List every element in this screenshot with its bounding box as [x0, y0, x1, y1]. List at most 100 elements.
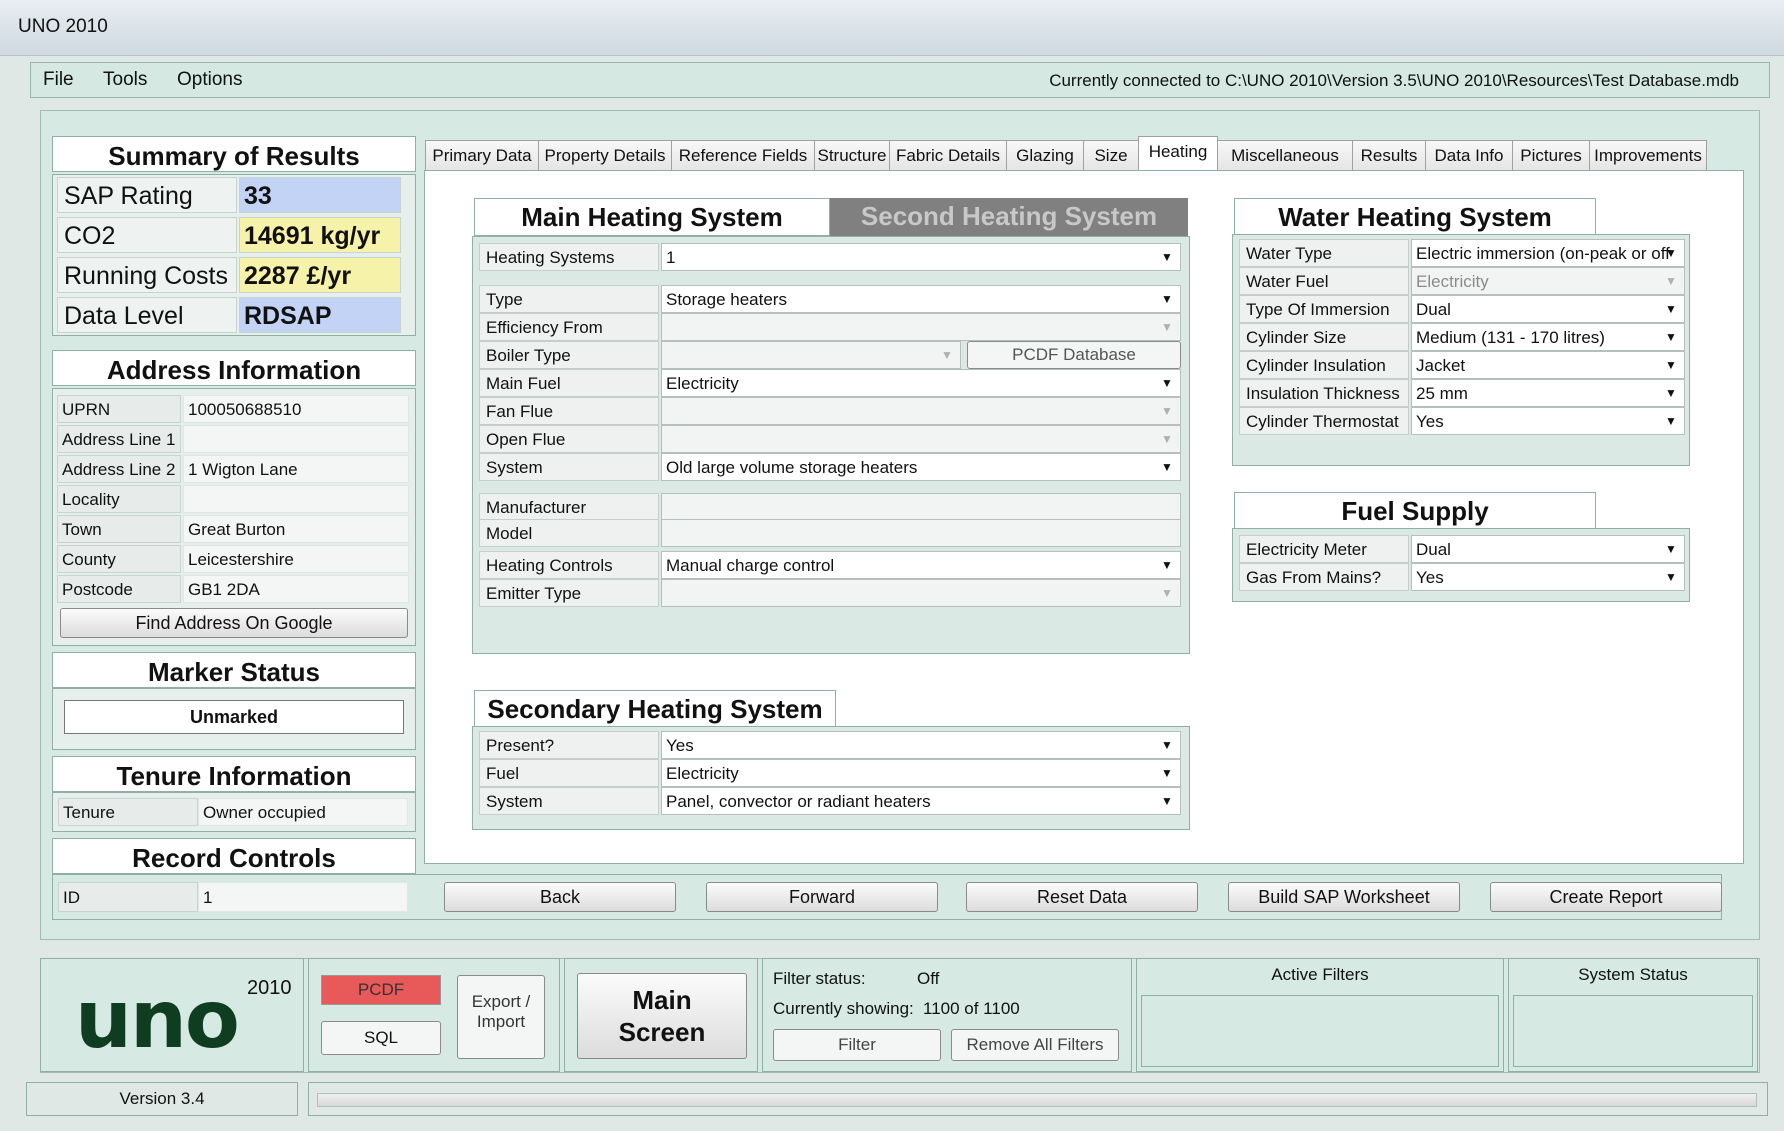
field-value[interactable]: Dual [1411, 295, 1685, 323]
field-value[interactable] [661, 397, 1181, 425]
menu-bar: File Tools Options Currently connected t… [30, 62, 1770, 98]
export-import-button[interactable]: Export / Import [457, 975, 545, 1059]
field-label: Cylinder Insulation [1239, 351, 1409, 379]
field-value[interactable]: Electricity [1411, 267, 1685, 295]
tab-pictures[interactable]: Pictures [1512, 140, 1590, 172]
tab-data-info[interactable]: Data Info [1425, 140, 1513, 172]
system-status-title: System Status [1578, 965, 1688, 984]
dropdown-arrow-icon[interactable]: ▼ [1161, 759, 1173, 787]
dropdown-arrow-icon[interactable]: ▼ [941, 341, 953, 369]
address-value[interactable] [183, 485, 409, 513]
dropdown-arrow-icon[interactable]: ▼ [1161, 551, 1173, 579]
main-screen-button[interactable]: Main Screen [577, 973, 747, 1059]
dropdown-arrow-icon[interactable]: ▼ [1161, 243, 1173, 271]
field-value[interactable] [661, 425, 1181, 453]
dropdown-arrow-icon[interactable]: ▼ [1665, 563, 1677, 591]
field-value[interactable] [661, 579, 1181, 607]
tab-results[interactable]: Results [1352, 140, 1426, 172]
filter-button[interactable]: Filter [773, 1029, 941, 1061]
form-row: Gas From Mains? Yes ▼ [1239, 563, 1687, 591]
tab-main-heating-system[interactable]: Main Heating System [474, 198, 830, 236]
form-row: Type Of Immersion Dual ▼ [1239, 295, 1687, 323]
dropdown-arrow-icon[interactable]: ▼ [1161, 787, 1173, 815]
tab-miscellaneous[interactable]: Miscellaneous [1217, 140, 1353, 172]
tab-reference-fields[interactable]: Reference Fields [671, 140, 815, 172]
tab-structure[interactable]: Structure [814, 140, 890, 172]
tab-property-details[interactable]: Property Details [538, 140, 672, 172]
field-value[interactable]: Old large volume storage heaters [661, 453, 1181, 481]
remove-all-filters-button[interactable]: Remove All Filters [951, 1029, 1119, 1061]
field-value[interactable]: Electricity [661, 759, 1181, 787]
dropdown-arrow-icon[interactable]: ▼ [1665, 407, 1677, 435]
address-value[interactable]: 100050688510 [183, 395, 409, 423]
record-button-build-sap-worksheet[interactable]: Build SAP Worksheet [1228, 882, 1460, 912]
record-button-back[interactable]: Back [444, 882, 676, 912]
field-value[interactable]: Yes [1411, 407, 1685, 435]
field-value[interactable]: 25 mm [1411, 379, 1685, 407]
tab-glazing[interactable]: Glazing [1006, 140, 1084, 172]
dropdown-arrow-icon[interactable]: ▼ [1161, 369, 1173, 397]
field-value[interactable]: Medium (131 - 170 litres) [1411, 323, 1685, 351]
summary-label: CO2 Emissions [57, 217, 237, 286]
dropdown-arrow-icon[interactable]: ▼ [1161, 313, 1173, 341]
dropdown-arrow-icon[interactable]: ▼ [1665, 295, 1677, 323]
sql-button[interactable]: SQL [321, 1021, 441, 1055]
dropdown-arrow-icon[interactable]: ▼ [1665, 535, 1677, 563]
field-value[interactable]: Electric immersion (on-peak or off [1411, 239, 1685, 267]
field-value[interactable]: Yes [661, 731, 1181, 759]
record-id-value[interactable]: 1 [198, 882, 408, 912]
field-value[interactable]: Manual charge control [661, 551, 1181, 579]
dropdown-arrow-icon[interactable]: ▼ [1161, 453, 1173, 481]
tab-primary-data[interactable]: Primary Data [425, 140, 539, 172]
menu-options[interactable]: Options [177, 69, 242, 91]
address-value[interactable]: GB1 2DA [183, 575, 409, 603]
dropdown-arrow-icon[interactable]: ▼ [1665, 351, 1677, 379]
form-row: Cylinder Thermostat Yes ▼ [1239, 407, 1687, 435]
field-value[interactable]: 1 [661, 243, 1181, 271]
address-value[interactable] [183, 425, 409, 453]
dropdown-arrow-icon[interactable]: ▼ [1161, 285, 1173, 313]
tab-second-heating-system[interactable]: Second Heating System [830, 198, 1188, 236]
menu-file[interactable]: File [43, 69, 74, 91]
dropdown-arrow-icon[interactable]: ▼ [1665, 379, 1677, 407]
find-address-button[interactable]: Find Address On Google [60, 608, 408, 638]
dropdown-arrow-icon[interactable]: ▼ [1161, 731, 1173, 759]
tab-heating[interactable]: Heating [1138, 136, 1218, 172]
record-controls-title: Record Controls [52, 838, 416, 874]
field-value[interactable]: Dual [1411, 535, 1685, 563]
dropdown-arrow-icon[interactable]: ▼ [1161, 397, 1173, 425]
field-value[interactable]: Yes [1411, 563, 1685, 591]
tab-size[interactable]: Size [1083, 140, 1139, 172]
form-row: System Panel, convector or radiant heater… [479, 787, 1183, 815]
field-value[interactable]: Jacket [1411, 351, 1685, 379]
tab-improvements[interactable]: Improvements [1589, 140, 1707, 172]
dropdown-arrow-icon[interactable]: ▼ [1665, 323, 1677, 351]
form-row: Electricity Meter Dual ▼ [1239, 535, 1687, 563]
dropdown-arrow-icon[interactable]: ▼ [1161, 579, 1173, 607]
record-button-reset-data[interactable]: Reset Data [966, 882, 1198, 912]
menu-tools[interactable]: Tools [103, 69, 147, 91]
form-row: Cylinder Size Medium (131 - 170 litres) ▼ [1239, 323, 1687, 351]
dropdown-arrow-icon[interactable]: ▼ [1161, 425, 1173, 453]
tenure-value[interactable]: Owner occupied [198, 798, 408, 826]
dropdown-arrow-icon[interactable]: ▼ [1665, 239, 1677, 267]
main-screen-panel: Main Screen [564, 958, 758, 1072]
dropdown-arrow-icon[interactable]: ▼ [1665, 267, 1677, 295]
field-value[interactable] [661, 341, 961, 369]
pcdf-button[interactable]: PCDF [321, 975, 441, 1005]
field-value[interactable]: Storage heaters [661, 285, 1181, 313]
form-row: Heating Controls Manual charge control ▼ [479, 551, 1183, 579]
address-value[interactable]: 1 Wigton Lane [183, 455, 409, 483]
address-value[interactable]: Great Burton [183, 515, 409, 543]
address-value[interactable]: Leicestershire [183, 545, 409, 573]
field-value[interactable] [661, 313, 1181, 341]
field-label: System [479, 453, 659, 481]
address-row: Postcode GB1 2DA [57, 575, 409, 603]
field-value[interactable]: Electricity [661, 369, 1181, 397]
pcdf-database-button[interactable]: PCDF Database [967, 341, 1181, 369]
record-button-create-report[interactable]: Create Report [1490, 882, 1722, 912]
field-value[interactable]: Panel, convector or radiant heaters [661, 787, 1181, 815]
water-heating-group: Water Type Electric immersion (on-peak or… [1232, 234, 1690, 466]
record-button-forward[interactable]: Forward [706, 882, 938, 912]
tab-fabric-details[interactable]: Fabric Details [889, 140, 1007, 172]
